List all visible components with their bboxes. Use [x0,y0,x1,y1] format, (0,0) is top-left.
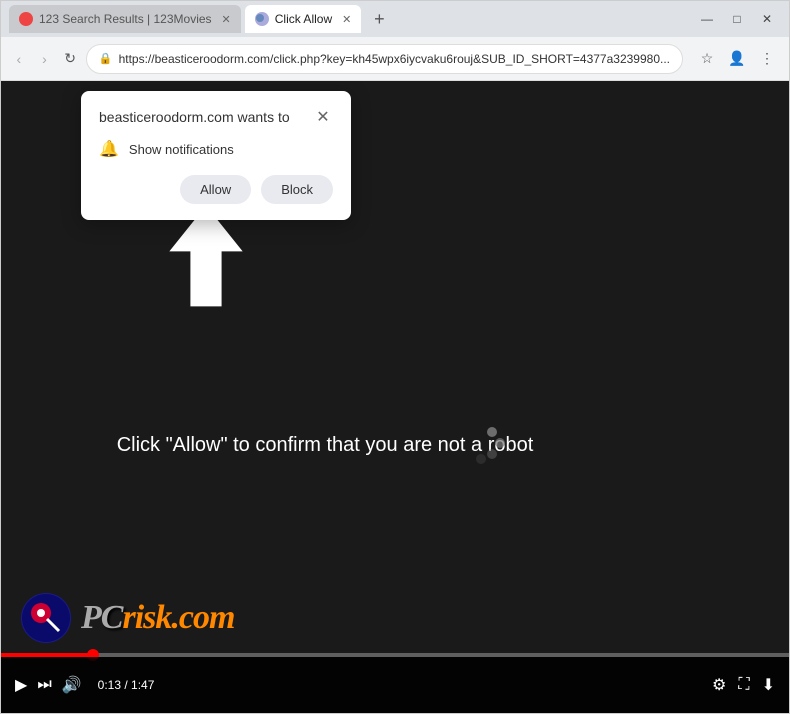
volume-button[interactable]: 🔊 [62,675,82,695]
title-bar: 123 Search Results | 123Movies ✕ Click A… [1,1,789,37]
time-display: 0:13 / 1:47 [98,678,155,692]
logo-icon [21,593,71,643]
maximize-button[interactable]: □ [723,9,751,29]
url-bar[interactable]: 🔒 https://beasticeroodorm.com/click.php?… [86,44,683,74]
tab-clickallow-close[interactable]: ✕ [342,13,351,26]
popup-notification-row: 🔔 Show notifications [99,139,333,159]
tab-123movies[interactable]: 123 Search Results | 123Movies ✕ [9,5,241,33]
download-button[interactable]: ⬇ [762,675,775,695]
main-captcha-text: Click "Allow" to confirm that you are no… [61,431,589,459]
notification-label: Show notifications [129,142,234,157]
favicon-123movies [19,12,33,26]
minimize-button[interactable]: — [693,9,721,29]
page-content: beasticeroodorm.com wants to ✕ 🔔 Show no… [1,81,789,713]
popup-title: beasticeroodorm.com wants to [99,109,290,125]
menu-button[interactable]: ⋮ [753,45,781,73]
loading-spinner [454,416,509,471]
toolbar-actions: ☆ 👤 ⋮ [693,45,781,73]
watermark-logo [21,593,71,643]
play-button[interactable]: ▶ [15,675,27,695]
time-total: 1:47 [131,678,154,692]
settings-button[interactable]: ⚙ [712,675,726,695]
allow-button[interactable]: Allow [180,175,251,204]
address-bar: ‹ › ↻ 🔒 https://beasticeroodorm.com/clic… [1,37,789,81]
forward-button[interactable]: › [35,45,55,73]
time-separator: / [124,678,131,692]
bell-icon: 🔔 [99,139,119,159]
popup-close-button[interactable]: ✕ [313,107,333,127]
url-text: https://beasticeroodorm.com/click.php?ke… [119,52,670,66]
bookmark-button[interactable]: ☆ [693,45,721,73]
popup-buttons: Allow Block [99,175,333,204]
profile-button[interactable]: 👤 [723,45,751,73]
watermark-risk: risk.com [122,599,234,636]
favicon-clickallow [255,12,269,26]
close-button[interactable]: ✕ [753,9,781,29]
block-button[interactable]: Block [261,175,333,204]
security-icon: 🔒 [99,52,113,65]
spinner-container [454,416,509,476]
tab-123movies-label: 123 Search Results | 123Movies [39,12,212,26]
watermark-pc: P [81,599,101,636]
fullscreen-button[interactable]: ⛶ [738,676,749,694]
tab-clickallow[interactable]: Click Allow ✕ [245,5,362,33]
notification-popup: beasticeroodorm.com wants to ✕ 🔔 Show no… [81,91,351,220]
tab-123movies-close[interactable]: ✕ [222,13,231,26]
watermark: PCrisk.com [21,593,234,643]
skip-button[interactable]: ⏭ [37,676,51,694]
time-current: 0:13 [98,678,121,692]
popup-header: beasticeroodorm.com wants to ✕ [99,107,333,127]
right-controls: ⚙ ⛶ ⬇ [712,675,775,695]
refresh-button[interactable]: ↻ [60,45,80,73]
tab-clickallow-label: Click Allow [275,12,332,26]
browser-window: 123 Search Results | 123Movies ✕ Click A… [0,0,790,714]
window-controls: — □ ✕ [693,9,781,29]
new-tab-button[interactable]: + [365,5,393,33]
watermark-text: PCrisk.com [81,599,234,637]
back-button[interactable]: ‹ [9,45,29,73]
video-controls: ▶ ⏭ 🔊 0:13 / 1:47 ⚙ ⛶ ⬇ [1,657,789,713]
